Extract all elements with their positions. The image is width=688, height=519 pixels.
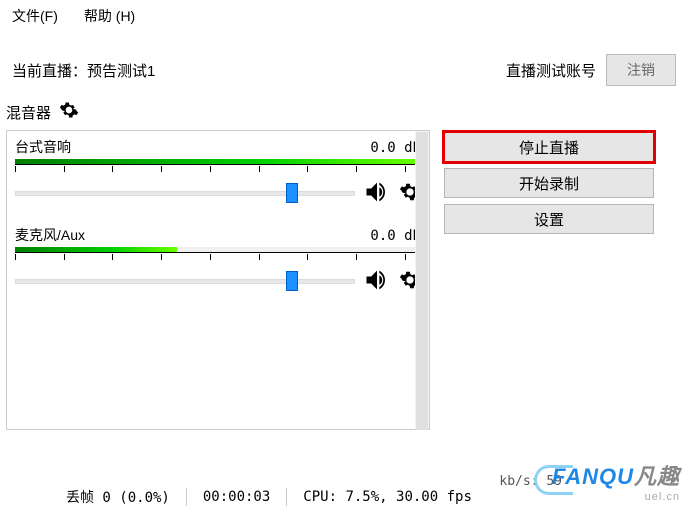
stop-stream-button[interactable]: 停止直播 [444, 132, 654, 162]
channel-mic-aux: 麦克风/Aux 0.0 dB [15, 223, 421, 297]
scrollbar[interactable] [415, 131, 429, 429]
watermark: FANQU凡趣 uel.cn [552, 459, 680, 503]
menubar: 文件(F) 帮助 (H) [0, 0, 688, 32]
account-label: 直播测试账号 [506, 60, 596, 81]
vu-meter [15, 159, 421, 165]
mixer-title: 混音器 [6, 102, 51, 123]
channel-name: 台式音响 [15, 137, 71, 157]
channel-db: 0.0 dB [370, 228, 421, 244]
channel-desktop-audio: 台式音响 0.0 dB [15, 135, 421, 209]
volume-slider[interactable] [15, 191, 355, 196]
logout-button[interactable]: 注销 [606, 54, 676, 86]
vu-meter [15, 247, 421, 253]
status-dropped: 丢帧 0 (0.0%) [66, 487, 170, 507]
channel-name: 麦克风/Aux [15, 225, 85, 245]
main-area: 台式音响 0.0 dB 麦克风/Aux 0.0 dB [0, 130, 688, 430]
settings-button[interactable]: 设置 [444, 204, 654, 234]
meter-ticks [15, 254, 421, 260]
menu-file[interactable]: 文件(F) [12, 6, 58, 26]
start-record-button[interactable]: 开始录制 [444, 168, 654, 198]
mixer-title-row: 混音器 [0, 92, 688, 130]
channel-db: 0.0 dB [370, 140, 421, 156]
header: 当前直播：预告测试1 直播测试账号 注销 [0, 48, 688, 92]
menu-help[interactable]: 帮助 (H) [84, 6, 135, 26]
current-stream-label: 当前直播：预告测试1 [12, 60, 506, 81]
speaker-icon[interactable] [363, 266, 391, 297]
sidebar: 停止直播 开始录制 设置 [430, 130, 682, 240]
meter-ticks [15, 166, 421, 172]
mixer-panel: 台式音响 0.0 dB 麦克风/Aux 0.0 dB [6, 130, 430, 430]
volume-slider[interactable] [15, 279, 355, 284]
speaker-icon[interactable] [363, 178, 391, 209]
gear-icon[interactable] [59, 100, 79, 124]
status-time: 00:00:03 [203, 489, 270, 505]
status-cpu: CPU: 7.5%, 30.00 fps [303, 489, 472, 505]
